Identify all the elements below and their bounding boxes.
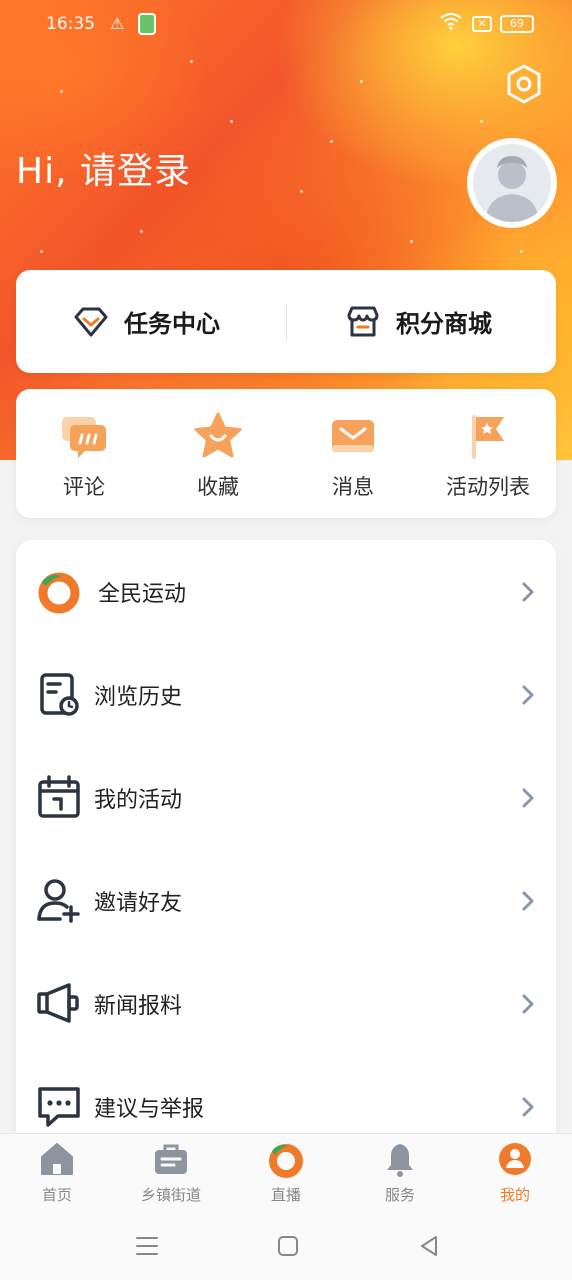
megaphone-icon — [37, 983, 79, 1023]
menu-label: 我的活动 — [94, 787, 183, 813]
sport-logo-icon — [38, 572, 80, 614]
menu-label: 邀请好友 — [94, 890, 183, 916]
bottom-tab-bar: 首页 乡镇街道 直播 服务 我的 — [0, 1133, 572, 1211]
warning-icon: ⚠ — [110, 14, 125, 33]
default-avatar-icon — [473, 144, 551, 222]
quick-label-favorites: 收藏 — [197, 475, 239, 499]
chat-bubble-icon — [38, 1087, 80, 1127]
points-mall-button[interactable]: 积分商城 — [344, 270, 492, 373]
status-time: 16:35 — [46, 14, 95, 34]
store-icon — [347, 306, 379, 336]
chevron-right-icon — [522, 1097, 534, 1116]
back-nav-icon[interactable] — [414, 1231, 444, 1261]
top-actions-card: 任务中心 积分商城 — [16, 270, 556, 373]
menu-item-invite-friends[interactable]: 邀请好友 — [16, 849, 556, 952]
tab-label: 乡镇街道 — [140, 1186, 201, 1204]
diamond-check-icon — [74, 307, 108, 336]
chevron-right-icon — [522, 788, 534, 807]
divider — [286, 304, 287, 340]
quick-item-activity-list[interactable]: 活动列表 — [428, 411, 548, 501]
tab-label: 直播 — [270, 1186, 301, 1204]
task-center-label: 任务中心 — [124, 310, 220, 338]
menu-list: 全民运动 浏览历史 我的活动 邀请好友 新闻报料 建议与举报 — [16, 540, 556, 1160]
home-icon — [41, 1143, 73, 1175]
points-mall-label: 积分商城 — [396, 310, 492, 338]
menu-item-news-tips[interactable]: 新闻报料 — [16, 952, 556, 1055]
settings-hexagon-icon — [507, 64, 541, 104]
quick-item-messages[interactable]: 消息 — [293, 411, 413, 501]
chevron-right-icon — [522, 994, 534, 1013]
quick-actions-card: 评论 收藏 消息 活动列表 — [16, 389, 556, 518]
sim-off-icon: ✕ — [472, 16, 492, 32]
history-doc-icon — [40, 673, 79, 716]
comment-icon — [62, 417, 106, 458]
battery-icon: 69 — [500, 15, 534, 33]
app-notification-icon — [138, 13, 156, 35]
wifi-icon — [440, 12, 462, 35]
quick-item-favorites[interactable]: 收藏 — [158, 411, 278, 501]
briefcase-icon — [155, 1144, 187, 1174]
envelope-icon — [332, 420, 374, 452]
chevron-right-icon — [522, 685, 534, 704]
profile-icon — [499, 1143, 531, 1175]
status-bar: 16:35 ⚠ ✕ 69 — [0, 0, 572, 52]
tab-home[interactable]: 首页 — [0, 1134, 114, 1212]
menu-item-my-activities[interactable]: 我的活动 — [16, 746, 556, 849]
tab-label: 我的 — [499, 1186, 530, 1204]
star-icon — [194, 412, 242, 458]
tab-label: 首页 — [41, 1186, 72, 1204]
add-user-icon — [37, 879, 80, 923]
menu-item-national-sports[interactable]: 全民运动 — [16, 540, 556, 643]
tab-towns-streets[interactable]: 乡镇街道 — [114, 1134, 228, 1212]
menu-label: 浏览历史 — [94, 684, 183, 710]
menu-item-browse-history[interactable]: 浏览历史 — [16, 643, 556, 746]
menu-nav-icon[interactable] — [132, 1231, 162, 1261]
settings-button[interactable] — [502, 62, 546, 106]
flag-icon — [472, 415, 504, 459]
menu-label: 新闻报料 — [94, 993, 183, 1019]
tab-mine[interactable]: 我的 — [458, 1134, 572, 1212]
login-prompt[interactable]: Hi, 请登录 — [16, 142, 191, 194]
quick-label-messages: 消息 — [332, 475, 374, 499]
system-navigation-bar — [0, 1211, 572, 1280]
bell-icon — [387, 1144, 413, 1177]
menu-label: 全民运动 — [98, 581, 187, 607]
tab-services[interactable]: 服务 — [343, 1134, 457, 1212]
menu-label: 建议与举报 — [94, 1096, 205, 1122]
task-center-button[interactable]: 任务中心 — [72, 270, 220, 373]
chevron-right-icon — [522, 582, 534, 601]
home-nav-icon[interactable] — [273, 1231, 303, 1261]
quick-label-comments: 评论 — [63, 475, 105, 499]
avatar[interactable] — [467, 138, 557, 228]
quick-label-activity-list: 活动列表 — [446, 475, 530, 499]
tab-live[interactable]: 直播 — [229, 1134, 343, 1212]
chevron-right-icon — [522, 891, 534, 910]
quick-item-comments[interactable]: 评论 — [24, 411, 144, 501]
tab-label: 服务 — [384, 1186, 415, 1204]
live-logo-icon — [269, 1144, 303, 1178]
calendar-icon — [38, 775, 80, 818]
